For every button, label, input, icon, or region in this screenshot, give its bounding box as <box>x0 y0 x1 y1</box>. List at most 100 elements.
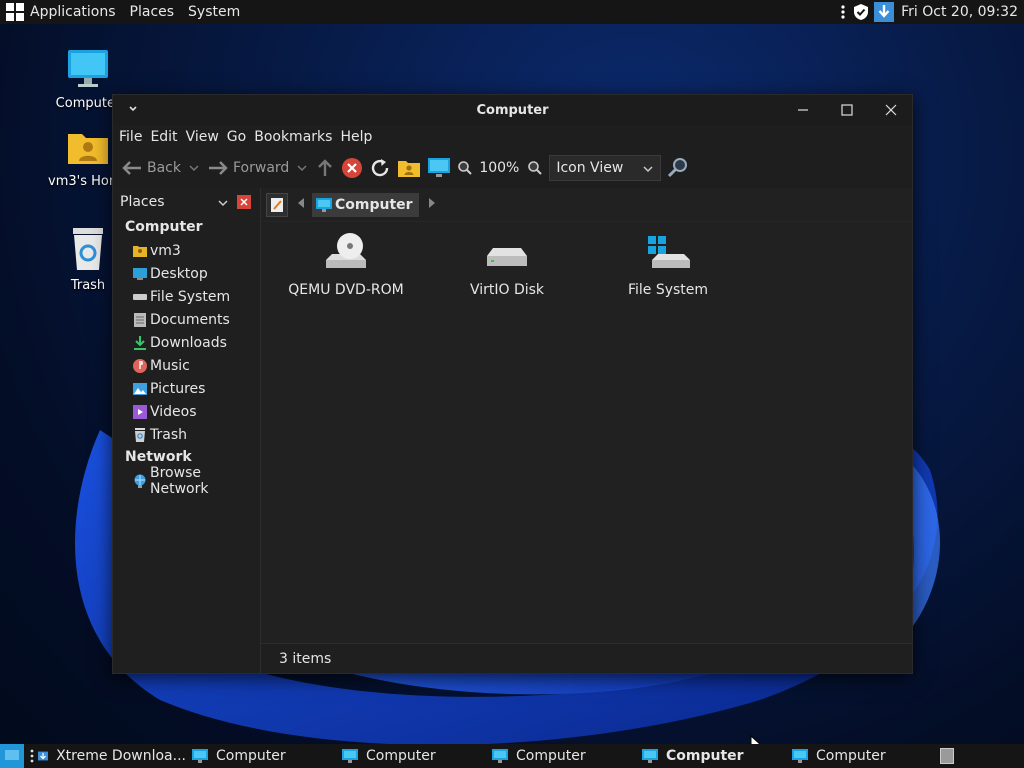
zoom-in-button[interactable] <box>527 153 543 183</box>
file-item-label: QEMU DVD-ROM <box>288 282 404 298</box>
file-item-file-system[interactable]: File System <box>593 232 743 298</box>
documents-icon <box>133 312 147 327</box>
back-arrow-icon <box>122 161 141 175</box>
sidebar-title: Places <box>120 194 165 210</box>
hard-disk-icon <box>487 248 527 266</box>
menu-file[interactable]: File <box>119 129 142 145</box>
drive-icon <box>133 290 147 304</box>
places-sidebar: Places Computer vm3 Desktop File System <box>113 188 261 673</box>
zoom-out-icon <box>458 161 473 175</box>
window-titlebar[interactable]: Computer <box>113 95 912 125</box>
task-label: Computer <box>816 748 886 764</box>
show-desktop-button[interactable] <box>0 744 24 768</box>
file-item-label: File System <box>627 282 709 298</box>
home-folder-icon <box>398 161 421 177</box>
close-icon <box>885 104 897 116</box>
sidebar-item-downloads[interactable]: Downloads <box>113 331 260 354</box>
task-computer-2[interactable]: Computer <box>336 744 486 768</box>
sidebar-item-file-system[interactable]: File System <box>113 285 260 308</box>
sidebar-item-music[interactable]: Music <box>113 354 260 377</box>
stop-icon <box>342 158 363 178</box>
applications-menu[interactable]: Applications <box>30 4 116 20</box>
search-icon <box>668 158 688 178</box>
close-button[interactable] <box>869 95 913 125</box>
forward-arrow-icon <box>209 161 228 175</box>
menu-bookmarks[interactable]: Bookmarks <box>254 129 332 145</box>
breadcrumb-computer[interactable]: Computer <box>312 192 419 217</box>
back-label: Back <box>147 160 181 176</box>
task-computer-1[interactable]: Computer <box>186 744 336 768</box>
maximize-button[interactable] <box>825 95 869 125</box>
up-button[interactable] <box>315 153 335 183</box>
file-view: Computer QEMU DVD-ROM VirtIO Disk File S… <box>261 188 912 673</box>
file-item-virtio-disk[interactable]: VirtIO Disk <box>432 232 582 298</box>
reload-button[interactable] <box>369 153 391 183</box>
forward-button[interactable]: Forward <box>207 153 309 183</box>
close-sidebar-button[interactable] <box>237 195 251 209</box>
window-menu-chevron-icon[interactable] <box>127 102 139 118</box>
trash-icon <box>73 228 103 270</box>
sidebar-item-label: vm3 <box>150 242 181 259</box>
status-bar: 3 items <box>261 643 912 673</box>
search-button[interactable] <box>667 153 689 183</box>
sidebar-item-videos[interactable]: Videos <box>113 400 260 423</box>
view-mode-select[interactable]: Icon View <box>549 155 662 181</box>
task-computer-3[interactable]: Computer <box>486 744 636 768</box>
sidebar-item-label: Documents <box>150 311 230 328</box>
sidebar-item-documents[interactable]: Documents <box>113 308 260 331</box>
places-menu[interactable]: Places <box>130 4 175 20</box>
view-mode-value: Icon View <box>556 160 624 176</box>
minimize-button[interactable] <box>781 95 825 125</box>
sidebar-item-label: Desktop <box>150 265 208 282</box>
computer-button[interactable] <box>427 153 451 183</box>
workspace-switcher[interactable] <box>940 748 954 764</box>
music-icon <box>133 358 147 373</box>
chevron-down-icon <box>297 165 307 172</box>
file-item-dvd-rom[interactable]: QEMU DVD-ROM <box>271 232 421 298</box>
sidebar-dropdown-chevron-icon[interactable] <box>217 196 229 212</box>
menubar: File Edit View Go Bookmarks Help <box>113 125 912 149</box>
start-logo-icon[interactable] <box>6 3 24 21</box>
stop-button[interactable] <box>341 153 363 183</box>
menu-go[interactable]: Go <box>227 129 246 145</box>
sidebar-item-browse-network[interactable]: Browse Network <box>113 465 260 497</box>
maximize-icon <box>841 104 853 116</box>
path-right-arrow-icon[interactable] <box>427 197 437 213</box>
toolbar: Back Forward 100% Icon View <box>113 149 912 187</box>
window-content: Places Computer vm3 Desktop File System <box>113 188 912 673</box>
forward-label: Forward <box>233 160 290 176</box>
sidebar-item-label: Trash <box>150 426 187 443</box>
task-xtreme-download[interactable]: Xtreme Downloa... <box>36 744 186 768</box>
videos-icon <box>133 404 147 419</box>
task-computer-5[interactable]: Computer <box>786 744 936 768</box>
computer-icon <box>428 158 451 177</box>
task-label: Xtreme Downloa... <box>56 748 186 764</box>
system-menu[interactable]: System <box>188 4 240 20</box>
shield-icon[interactable] <box>851 2 871 22</box>
filesystem-icon <box>648 236 690 268</box>
download-icon[interactable] <box>874 2 895 22</box>
back-button[interactable]: Back <box>121 153 201 183</box>
clock[interactable]: Fri Oct 20, 09:32 <box>901 4 1018 20</box>
sidebar-item-label: Browse Network <box>150 464 209 497</box>
edit-location-button[interactable] <box>266 192 288 217</box>
menu-dots-icon[interactable] <box>838 2 848 22</box>
task-label: Computer <box>666 748 744 764</box>
edit-location-icon <box>271 197 283 212</box>
menu-edit[interactable]: Edit <box>150 129 177 145</box>
sidebar-item-trash[interactable]: Trash <box>113 423 260 446</box>
task-label: Computer <box>216 748 286 764</box>
sidebar-item-pictures[interactable]: Pictures <box>113 377 260 400</box>
menu-view[interactable]: View <box>186 129 219 145</box>
sidebar-item-label: Downloads <box>150 334 227 351</box>
sidebar-item-desktop[interactable]: Desktop <box>113 262 260 285</box>
menu-help[interactable]: Help <box>340 129 372 145</box>
zoom-out-button[interactable] <box>457 153 473 183</box>
home-button[interactable] <box>397 153 421 183</box>
top-panel: Applications Places System Fri Oct 20, 0… <box>0 0 1024 24</box>
sidebar-header: Places <box>113 188 260 216</box>
task-computer-active[interactable]: Computer <box>636 744 786 768</box>
network-icon <box>133 474 147 488</box>
sidebar-item-vm3[interactable]: vm3 <box>113 239 260 262</box>
path-left-arrow-icon[interactable] <box>296 197 306 213</box>
